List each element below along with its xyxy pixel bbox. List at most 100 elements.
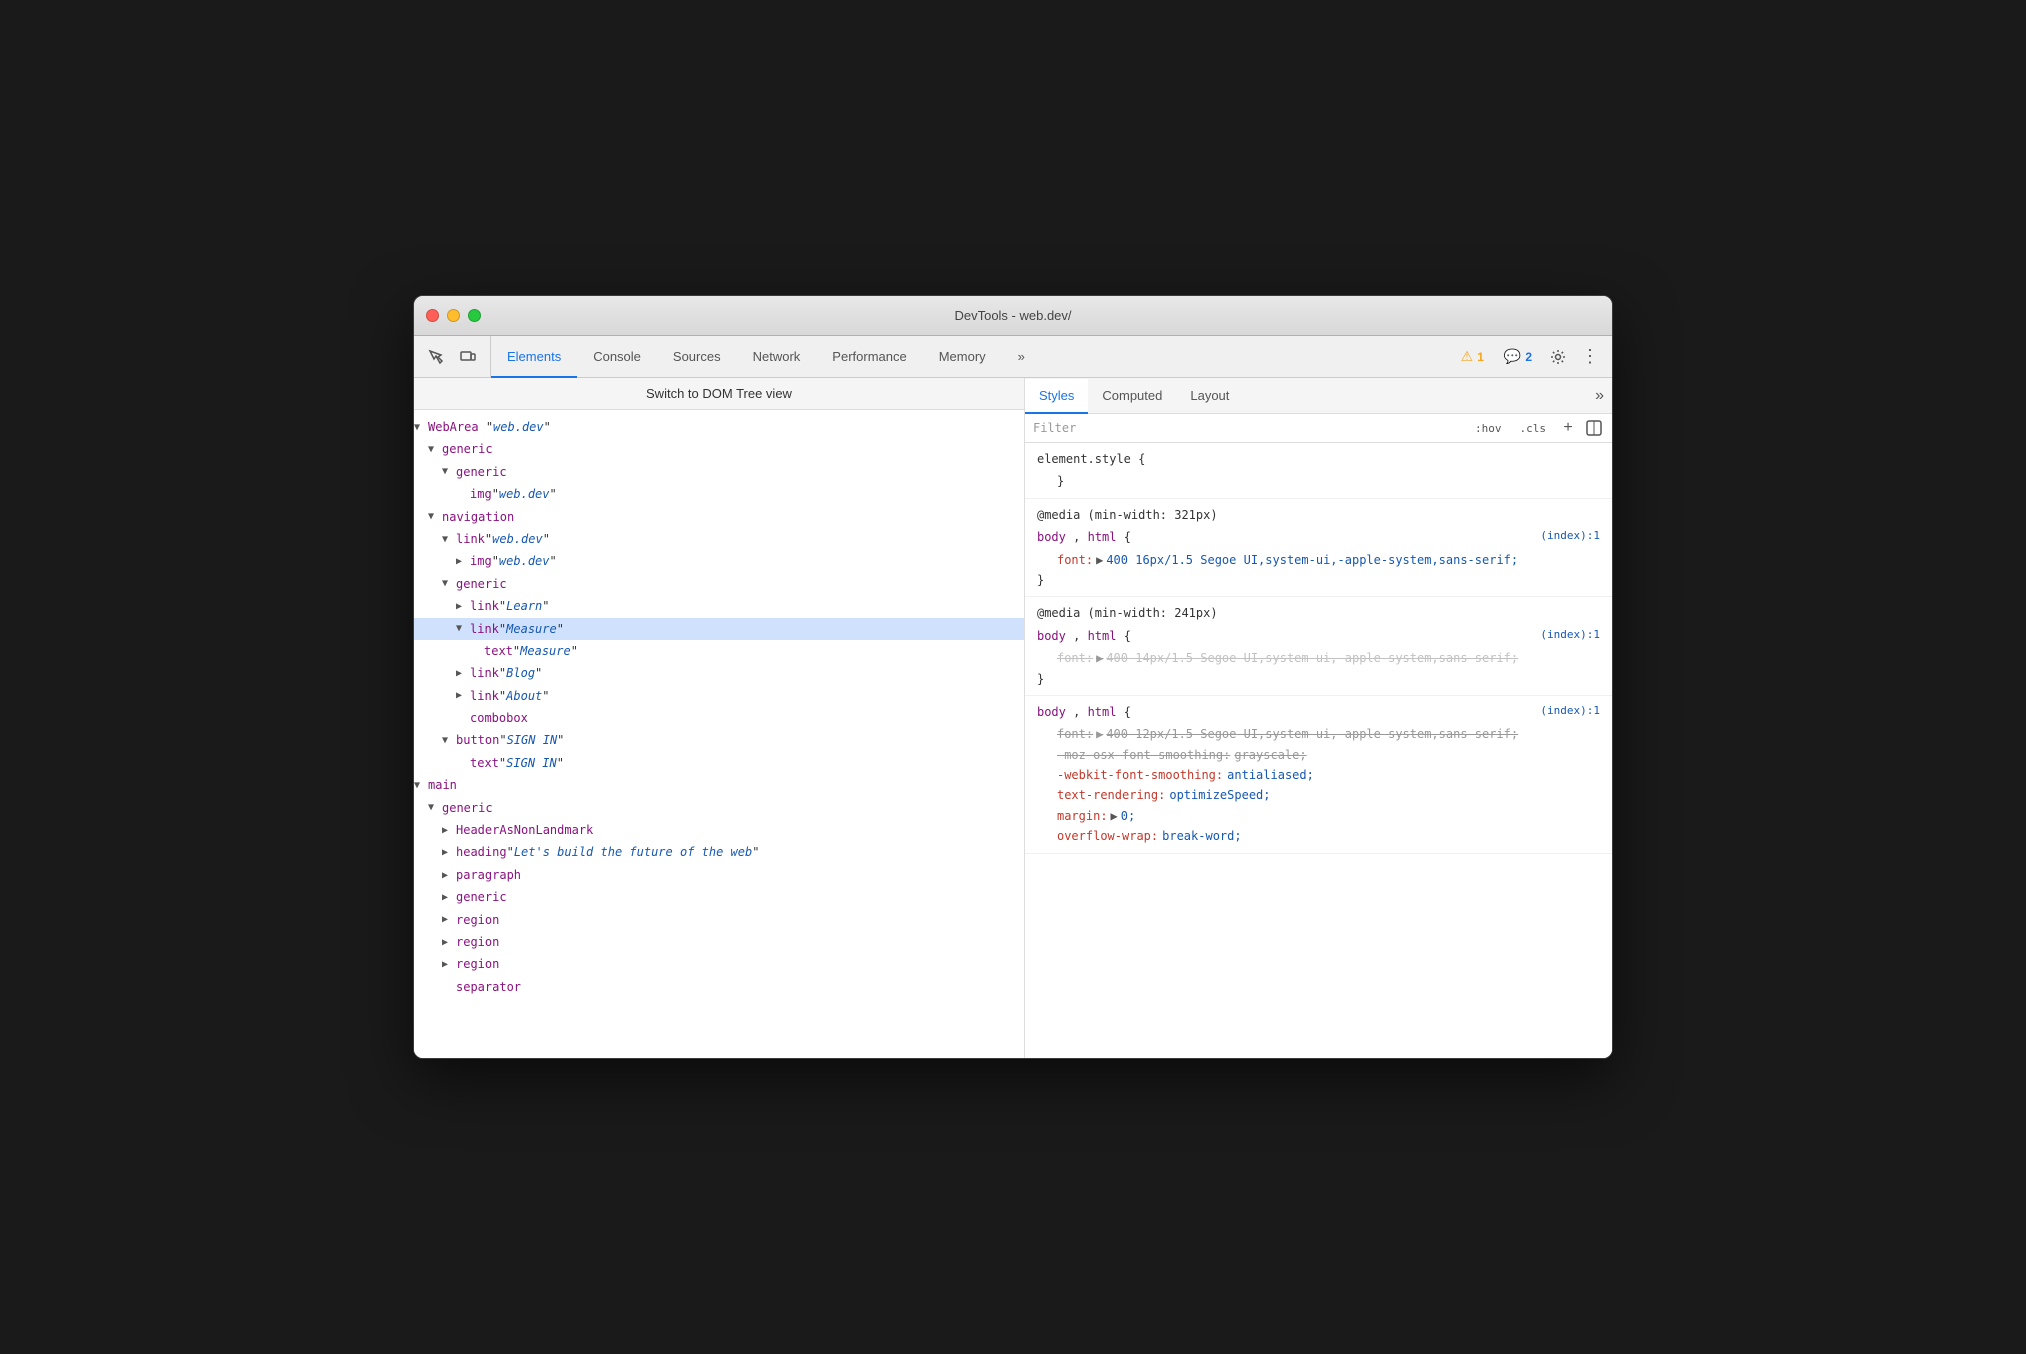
arrow-icon-3 bbox=[442, 463, 456, 480]
css-prop-moz-font: -moz-osx-font-smoothing: grayscale; bbox=[1057, 745, 1600, 765]
device-icon[interactable] bbox=[454, 343, 482, 371]
tree-row-18[interactable]: generic bbox=[414, 797, 1024, 819]
toolbar-right: ⚠ 1 💬 2 ⋮ bbox=[1445, 336, 1612, 377]
styles-tabs-more-icon[interactable]: » bbox=[1587, 378, 1612, 413]
arrow-icon-15 bbox=[442, 732, 456, 749]
css-selector-body-html-241: body , html { (index):1 bbox=[1037, 626, 1600, 646]
tab-more[interactable]: » bbox=[1002, 337, 1041, 378]
tree-row-12[interactable]: link "Blog" bbox=[414, 662, 1024, 684]
arrow-icon-19 bbox=[442, 822, 456, 839]
css-source-body[interactable]: (index):1 bbox=[1540, 702, 1600, 721]
traffic-lights bbox=[426, 309, 481, 322]
arrow-icon-2 bbox=[428, 441, 442, 458]
tab-elements[interactable]: Elements bbox=[491, 337, 577, 378]
tree-row-1[interactable]: WebArea "web.dev" bbox=[414, 416, 1024, 438]
hov-button[interactable]: :hov bbox=[1469, 420, 1508, 437]
tab-performance[interactable]: Performance bbox=[816, 337, 922, 378]
tree-row-3[interactable]: generic bbox=[414, 461, 1024, 483]
arrow-icon-25 bbox=[442, 956, 456, 973]
css-selector-element-style: element.style { bbox=[1037, 449, 1600, 469]
tree-row-10[interactable]: link "Measure" bbox=[414, 618, 1024, 640]
css-rule-element-style: element.style { } bbox=[1025, 443, 1612, 499]
arrow-icon-8 bbox=[442, 575, 456, 592]
styles-panel: Styles Computed Layout » :hov .cls bbox=[1025, 378, 1612, 1058]
tree-row-23[interactable]: region bbox=[414, 909, 1024, 931]
minimize-button[interactable] bbox=[447, 309, 460, 322]
tab-sources[interactable]: Sources bbox=[657, 337, 737, 378]
css-rule-media-241: @media (min-width: 241px) body , html { … bbox=[1025, 597, 1612, 696]
tree-row-21[interactable]: paragraph bbox=[414, 864, 1024, 886]
dom-tree: WebArea "web.dev" generic bbox=[414, 410, 1024, 1058]
css-rule-body-html: body , html { (index):1 font: ▶ 400 12px… bbox=[1025, 696, 1612, 854]
main-tabs: Elements Console Sources Network Perform… bbox=[491, 336, 1445, 377]
arrow-icon-22 bbox=[442, 889, 456, 906]
cls-button[interactable]: .cls bbox=[1514, 420, 1553, 437]
tree-row-9[interactable]: link "Learn" bbox=[414, 595, 1024, 617]
css-source-241[interactable]: (index):1 bbox=[1540, 626, 1600, 645]
css-rule-media-321: @media (min-width: 321px) body , html { … bbox=[1025, 499, 1612, 598]
warning-badge[interactable]: ⚠ 1 bbox=[1453, 345, 1492, 368]
css-prop-overflow-wrap: overflow-wrap: break-word; bbox=[1057, 826, 1600, 846]
maximize-button[interactable] bbox=[468, 309, 481, 322]
css-prop-font-body: font: ▶ 400 12px/1.5 Segoe UI,system-ui,… bbox=[1057, 724, 1600, 744]
media-query-241: @media (min-width: 241px) bbox=[1037, 603, 1600, 623]
panel-icon[interactable] bbox=[1584, 418, 1604, 438]
media-query-321: @media (min-width: 321px) bbox=[1037, 505, 1600, 525]
tree-row-20[interactable]: heading "Let's build the future of the w… bbox=[414, 841, 1024, 863]
tab-computed[interactable]: Computed bbox=[1088, 379, 1176, 414]
devtools-window: DevTools - web.dev/ Elements Console bbox=[413, 295, 1613, 1059]
css-prop-webkit-font: -webkit-font-smoothing: antialiased; bbox=[1057, 765, 1600, 785]
tree-row-26[interactable]: separator bbox=[414, 976, 1024, 998]
tree-row-19[interactable]: HeaderAsNonLandmark bbox=[414, 819, 1024, 841]
arrow-icon-12 bbox=[456, 665, 470, 682]
toolbar-icon-group bbox=[414, 336, 491, 377]
switch-dom-view-button[interactable]: Switch to DOM Tree view bbox=[414, 378, 1024, 410]
css-selector-body-html: body , html { (index):1 bbox=[1037, 702, 1600, 722]
styles-tabs: Styles Computed Layout » bbox=[1025, 378, 1612, 414]
inspect-icon[interactable] bbox=[422, 343, 450, 371]
arrow-icon-9 bbox=[456, 598, 470, 615]
arrow-icon-7 bbox=[456, 553, 470, 570]
css-prop-font-321: font: ▶ 400 16px/1.5 Segoe UI,system-ui,… bbox=[1057, 550, 1600, 570]
tree-row-13[interactable]: link "About" bbox=[414, 685, 1024, 707]
tree-row-4[interactable]: img "web.dev" bbox=[414, 483, 1024, 505]
dom-panel: Switch to DOM Tree view WebArea "web.dev… bbox=[414, 378, 1025, 1058]
css-prop-text-rendering: text-rendering: optimizeSpeed; bbox=[1057, 785, 1600, 805]
tab-network[interactable]: Network bbox=[737, 337, 817, 378]
arrow-icon-23 bbox=[442, 911, 456, 928]
tree-row-2[interactable]: generic bbox=[414, 438, 1024, 460]
arrow-icon-24 bbox=[442, 934, 456, 951]
tab-styles[interactable]: Styles bbox=[1025, 379, 1088, 414]
close-button[interactable] bbox=[426, 309, 439, 322]
tab-layout[interactable]: Layout bbox=[1176, 379, 1243, 414]
tree-row-16[interactable]: text "SIGN IN" bbox=[414, 752, 1024, 774]
tab-memory[interactable]: Memory bbox=[923, 337, 1002, 378]
css-rules-content: element.style { } @media (min-width: 321… bbox=[1025, 443, 1612, 1058]
tree-row-17[interactable]: main bbox=[414, 774, 1024, 796]
arrow-icon-6 bbox=[442, 531, 456, 548]
filter-input[interactable] bbox=[1033, 421, 1463, 435]
tree-row-15[interactable]: button "SIGN IN" bbox=[414, 729, 1024, 751]
message-badge[interactable]: 💬 2 bbox=[1496, 345, 1540, 368]
titlebar: DevTools - web.dev/ bbox=[414, 296, 1612, 336]
tree-row-5[interactable]: navigation bbox=[414, 506, 1024, 528]
tab-console[interactable]: Console bbox=[577, 337, 657, 378]
devtools-toolbar: Elements Console Sources Network Perform… bbox=[414, 336, 1612, 378]
settings-icon[interactable] bbox=[1544, 343, 1572, 371]
arrow-icon-20 bbox=[442, 844, 456, 861]
tree-row-6[interactable]: link "web.dev" bbox=[414, 528, 1024, 550]
arrow-icon-17 bbox=[414, 777, 428, 794]
tree-row-7[interactable]: img "web.dev" bbox=[414, 550, 1024, 572]
add-style-icon[interactable]: + bbox=[1558, 418, 1578, 438]
tree-row-24[interactable]: region bbox=[414, 931, 1024, 953]
overflow-menu-icon[interactable]: ⋮ bbox=[1576, 343, 1604, 371]
tree-row-14[interactable]: combobox bbox=[414, 707, 1024, 729]
tree-row-25[interactable]: region bbox=[414, 953, 1024, 975]
tree-row-11[interactable]: text "Measure" bbox=[414, 640, 1024, 662]
css-prop-font-241: font: ▶ 400 14px/1.5 Segoe UI,system-ui,… bbox=[1057, 648, 1600, 668]
tree-row-8[interactable]: generic bbox=[414, 573, 1024, 595]
devtools-body: Switch to DOM Tree view WebArea "web.dev… bbox=[414, 378, 1612, 1058]
tree-row-22[interactable]: generic bbox=[414, 886, 1024, 908]
css-source-321[interactable]: (index):1 bbox=[1540, 527, 1600, 546]
arrow-icon-1 bbox=[414, 419, 428, 436]
